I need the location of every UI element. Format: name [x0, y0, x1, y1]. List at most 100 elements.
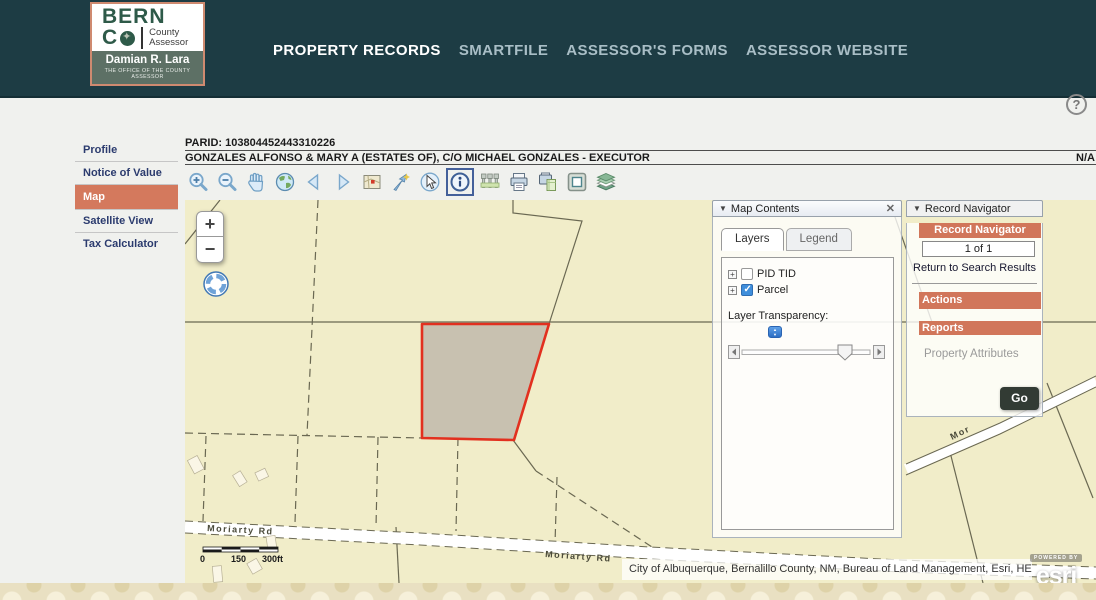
- transparency-label: Layer Transparency:: [728, 310, 887, 322]
- actions-menu-bar[interactable]: Actions: [919, 292, 1041, 309]
- tool-identify[interactable]: [446, 168, 474, 196]
- tool-overview-map[interactable]: [359, 168, 385, 196]
- print-export-icon: [536, 170, 560, 194]
- nav-assessors-forms[interactable]: ASSESSOR'S FORMS: [566, 42, 728, 59]
- tool-locate[interactable]: [388, 168, 414, 196]
- record-navigator-title: Record Navigator: [925, 203, 1011, 215]
- tool-zoom-in[interactable]: [185, 168, 211, 196]
- sidebar-item-profile[interactable]: Profile: [75, 139, 178, 161]
- layer-row-parcel: + Parcel: [728, 284, 887, 296]
- pid-tid-checkbox[interactable]: [741, 268, 753, 280]
- crosshair-icon: [202, 270, 230, 298]
- bernco-assessor-logo[interactable]: BERN C County Assessor Damian R. Lara TH…: [90, 2, 205, 86]
- tab-legend[interactable]: Legend: [786, 228, 852, 251]
- return-to-search-link[interactable]: Return to Search Results: [907, 262, 1042, 274]
- parcel-checkbox[interactable]: [741, 284, 753, 296]
- locate-dart-icon: [389, 170, 413, 194]
- zoom-out-icon: [215, 170, 239, 194]
- powered-by-label: POWERED BY: [1030, 554, 1082, 562]
- map-contents-header[interactable]: ▼ Map Contents ✕: [712, 200, 902, 217]
- expand-icon[interactable]: +: [728, 286, 737, 295]
- owner-line: GONZALES ALFONSO & MARY A (ESTATES OF), …: [185, 152, 650, 164]
- nav-assessor-website[interactable]: ASSESSOR WEBSITE: [746, 42, 908, 59]
- logo-word-bern: BERN: [102, 7, 199, 27]
- scale-tick-0: 0: [200, 554, 205, 564]
- esri-branding: POWERED BY esri: [1030, 546, 1082, 588]
- record-navigator-panel: ▼ Record Navigator Record Navigator 1 of…: [906, 200, 1043, 417]
- tool-print[interactable]: [506, 168, 532, 196]
- tool-print-export[interactable]: [535, 168, 561, 196]
- forward-arrow-icon: [331, 170, 355, 194]
- tool-layers[interactable]: [593, 168, 619, 196]
- record-navigator-body: Record Navigator 1 of 1 Return to Search…: [906, 223, 1043, 417]
- record-position-input[interactable]: 1 of 1: [922, 241, 1035, 257]
- assessor-property-records-page: BERN C County Assessor Damian R. Lara TH…: [0, 0, 1096, 600]
- layers-box: + PID TID + Parcel Layer Transparency: ▲…: [721, 257, 894, 530]
- assessor-name: Damian R. Lara: [93, 54, 202, 66]
- select-cursor-icon: [418, 170, 442, 194]
- tool-pan[interactable]: [243, 168, 269, 196]
- overview-map-icon: [360, 170, 384, 194]
- close-icon[interactable]: ✕: [886, 202, 895, 215]
- top-nav: PROPERTY RECORDS SMARTFILE ASSESSOR'S FO…: [273, 42, 908, 59]
- scale-tick-300: 300ft: [262, 554, 283, 564]
- assessor-office-line: THE OFFICE OF THE COUNTY ASSESSOR: [93, 68, 202, 80]
- property-attributes-item[interactable]: Property Attributes: [924, 348, 1042, 360]
- transparency-stepper[interactable]: ▲▼: [768, 326, 782, 338]
- measure-icon: [478, 170, 502, 194]
- scale-tick-150: 150: [231, 554, 246, 564]
- tool-zoom-box[interactable]: [564, 168, 590, 196]
- tool-measure[interactable]: [477, 168, 503, 196]
- map-zoom-control: + −: [196, 211, 224, 263]
- sidebar-item-map[interactable]: Map: [75, 184, 178, 209]
- sidebar-item-notice-of-value[interactable]: Notice of Value: [75, 161, 178, 184]
- collapse-caret-icon[interactable]: ▼: [913, 204, 921, 213]
- sidebar-item-satellite-view[interactable]: Satellite View: [75, 209, 178, 232]
- printer-icon: [507, 170, 531, 194]
- reports-menu-bar[interactable]: Reports: [919, 321, 1041, 335]
- site-header: BERN C County Assessor Damian R. Lara TH…: [0, 0, 1096, 98]
- map-contents-panel: ▼ Map Contents ✕ Layers Legend + PID TID…: [712, 200, 902, 538]
- nav-property-records[interactable]: PROPERTY RECORDS: [273, 42, 441, 59]
- sidebar-nav: Profile Notice of Value Map Satellite Vi…: [75, 139, 178, 255]
- map-contents-body: Layers Legend + PID TID + Parcel Layer T…: [712, 217, 902, 538]
- divider-line: [185, 150, 1096, 151]
- logo-tagline: County Assessor: [149, 28, 188, 48]
- nav-smartfile[interactable]: SMARTFILE: [459, 42, 548, 59]
- sidebar-item-tax-calculator[interactable]: Tax Calculator: [75, 232, 178, 255]
- expand-icon[interactable]: +: [728, 270, 737, 279]
- help-icon[interactable]: ?: [1066, 94, 1087, 115]
- layer-label-parcel: Parcel: [757, 284, 788, 296]
- divider-line: [185, 164, 1096, 165]
- map-zoom-in-button[interactable]: +: [196, 211, 224, 237]
- tool-next-extent[interactable]: [330, 168, 356, 196]
- tool-select[interactable]: [417, 168, 443, 196]
- map-zoom-out-button[interactable]: −: [196, 237, 224, 263]
- logo-divider: [141, 27, 143, 49]
- zoom-box-icon: [565, 170, 589, 194]
- collapse-caret-icon[interactable]: ▼: [719, 204, 727, 213]
- tool-zoom-out[interactable]: [214, 168, 240, 196]
- record-navigator-header[interactable]: ▼ Record Navigator: [906, 200, 1043, 217]
- parid-line: PARID: 103804452443310226: [185, 137, 335, 149]
- zoom-in-icon: [186, 170, 210, 194]
- tool-full-extent[interactable]: [272, 168, 298, 196]
- tool-previous-extent[interactable]: [301, 168, 327, 196]
- zia-sun-icon: [120, 31, 135, 46]
- identify-info-icon: [448, 170, 472, 194]
- decorative-footer-pattern: [0, 583, 1096, 600]
- map-contents-tabs: Layers Legend: [721, 228, 852, 251]
- map-toolbar: [185, 166, 622, 198]
- transparency-slider[interactable]: [728, 344, 886, 362]
- assessor-name-strip: Damian R. Lara THE OFFICE OF THE COUNTY …: [92, 51, 203, 84]
- layers-icon: [594, 170, 618, 194]
- locate-crosshair-button[interactable]: [202, 270, 230, 298]
- logo-top: BERN C County Assessor: [92, 4, 203, 51]
- record-navigator-bar: Record Navigator: [919, 223, 1041, 238]
- go-button[interactable]: Go: [1000, 387, 1039, 410]
- slider-thumb: [838, 345, 852, 360]
- logo-word-co: C: [102, 28, 117, 48]
- tab-layers[interactable]: Layers: [721, 228, 784, 251]
- pan-hand-icon: [244, 170, 268, 194]
- layer-row-pid-tid: + PID TID: [728, 268, 887, 280]
